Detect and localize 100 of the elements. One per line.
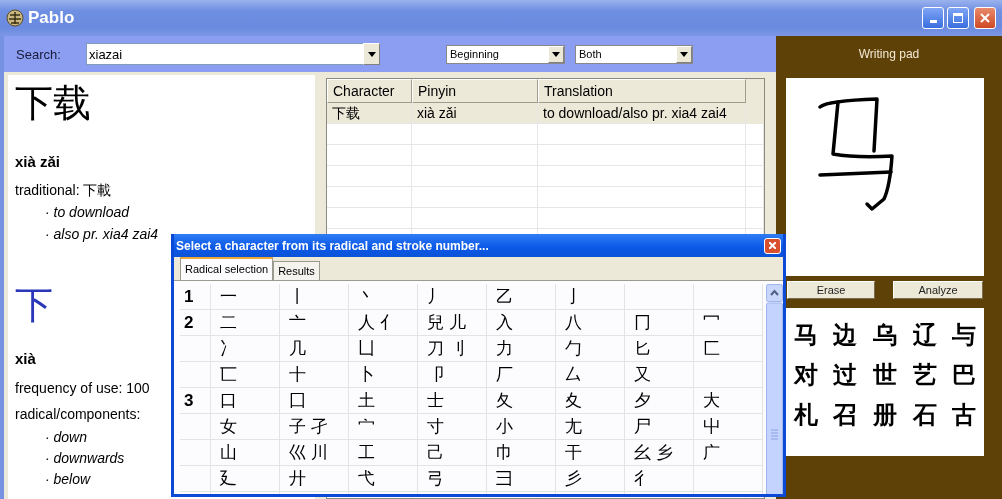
radical-character[interactable]: 亅 (556, 287, 582, 306)
radical-text: radical/components: (15, 405, 141, 424)
column-header[interactable]: Pinyin (412, 79, 538, 103)
radical-character[interactable]: 巾 (487, 443, 513, 462)
radical-character[interactable]: 匸 (211, 365, 237, 384)
candidate-character[interactable]: 巴 (952, 355, 977, 395)
dropdown-button[interactable] (548, 45, 564, 63)
table-row[interactable]: 下载 xià zǎi to download/also pr. xia4 zai4 (327, 103, 764, 124)
radical-character[interactable]: 巛 川 (280, 443, 328, 462)
meaning: · also pr. xia4 zai4 (45, 225, 159, 244)
meaning: · to download (45, 203, 130, 222)
radical-character[interactable]: 女 (211, 417, 237, 436)
candidate-character[interactable]: 石 (912, 395, 937, 435)
radical-character[interactable]: 厂 (487, 365, 513, 384)
candidate-character[interactable]: 辽 (912, 315, 937, 355)
radical-character[interactable]: 大 (694, 391, 720, 410)
radical-character[interactable]: 屮 (694, 417, 720, 436)
radical-character[interactable]: 二 (211, 313, 237, 332)
radical-character[interactable]: 囗 (280, 391, 306, 410)
candidate-character[interactable]: 召 (833, 395, 858, 435)
scrollbar[interactable] (766, 284, 783, 494)
table-cell: 下载 (327, 103, 412, 124)
radical-character[interactable]: 人 亻 (349, 313, 397, 332)
radical-character[interactable]: 廾 (280, 469, 306, 488)
radical-character[interactable]: 一 (211, 287, 237, 306)
close-button[interactable] (764, 237, 781, 254)
candidate-character[interactable]: 艺 (912, 355, 937, 395)
radical-character[interactable]: 乙 (487, 287, 513, 306)
radical-character[interactable]: 厶 (556, 365, 582, 384)
radical-character[interactable]: 亠 (280, 313, 306, 332)
radical-character[interactable]: 幺 乡 (625, 443, 673, 462)
radical-character[interactable]: 夂 (487, 391, 513, 410)
candidate-character[interactable]: 札 (793, 395, 818, 435)
radical-character[interactable]: 弓 (418, 469, 444, 488)
radical-character[interactable]: 刀 刂 (418, 339, 466, 358)
radical-character[interactable]: 弋 (349, 469, 375, 488)
candidate-character[interactable]: 乌 (873, 315, 897, 355)
radical-character[interactable]: 土 (349, 391, 375, 410)
radical-character[interactable]: 夕 (625, 391, 651, 410)
radical-character[interactable]: 士 (418, 391, 444, 410)
maximize-button[interactable] (947, 7, 969, 29)
radical-character[interactable]: 子 孑 (280, 417, 328, 436)
radical-character[interactable]: 口 (211, 391, 237, 410)
radical-character[interactable]: 干 (556, 443, 582, 462)
tab[interactable]: Results (273, 261, 320, 280)
close-icon (980, 13, 990, 23)
radical-character[interactable]: 丶 (349, 287, 375, 306)
tab[interactable]: Radical selection (180, 257, 274, 280)
radical-character[interactable]: 冖 (694, 313, 720, 332)
radical-character[interactable]: 勹 (556, 339, 582, 358)
analyze-button[interactable]: Analyze (893, 281, 983, 299)
radical-character[interactable]: 彐 (487, 469, 513, 488)
candidate-character[interactable]: 古 (952, 395, 977, 435)
radical-character[interactable]: 广 (694, 443, 720, 462)
radical-character[interactable]: 彳 (625, 469, 651, 488)
radical-character[interactable]: 冫 (211, 339, 237, 358)
candidate-character[interactable]: 对 (793, 355, 818, 395)
radical-character[interactable]: 八 (556, 313, 582, 332)
minimize-button[interactable] (922, 7, 944, 29)
candidate-character[interactable]: 世 (873, 355, 897, 395)
close-button[interactable] (974, 7, 996, 29)
radical-character[interactable]: 力 (487, 339, 513, 358)
candidate-character[interactable]: 过 (833, 355, 858, 395)
radical-character[interactable]: 宀 (349, 417, 375, 436)
column-header[interactable]: Translation (538, 79, 746, 103)
candidate-character[interactable]: 边 (833, 315, 858, 355)
column-header[interactable]: Character (327, 79, 412, 103)
radical-character[interactable]: 丨 (280, 287, 306, 306)
radical-character[interactable]: 尢 (556, 417, 582, 436)
radical-character[interactable]: 夊 (556, 391, 582, 410)
radical-character[interactable]: 冂 (625, 313, 651, 332)
candidate-character[interactable]: 册 (873, 395, 897, 435)
radical-character[interactable]: 尸 (625, 417, 651, 436)
match-dropdown[interactable]: Beginning (446, 44, 565, 64)
radical-character[interactable]: 小 (487, 417, 513, 436)
radical-character[interactable]: 入 (487, 313, 513, 332)
scope-dropdown[interactable]: Both (575, 44, 693, 64)
radical-character[interactable]: 十 (280, 365, 306, 384)
radical-character[interactable]: 寸 (418, 417, 444, 436)
radical-character[interactable]: 卩 (418, 365, 444, 384)
radical-character[interactable]: 工 (349, 443, 375, 462)
dropdown-button[interactable] (363, 43, 380, 65)
radical-character[interactable]: 山 (211, 443, 237, 462)
radical-character[interactable]: 凵 (349, 339, 375, 358)
radical-character[interactable]: 兒 儿 (418, 313, 466, 332)
radical-character[interactable]: 彡 (556, 469, 582, 488)
candidate-character[interactable]: 马 (793, 315, 818, 355)
writing-canvas[interactable] (786, 78, 984, 276)
search-field[interactable]: xiazai (86, 43, 363, 65)
radical-character[interactable]: 己 (418, 443, 444, 462)
candidate-character[interactable]: 与 (952, 315, 977, 355)
radical-character[interactable]: 几 (280, 339, 306, 358)
radical-character[interactable]: 廴 (211, 469, 237, 488)
dropdown-button[interactable] (676, 45, 692, 63)
radical-character[interactable]: 又 (625, 365, 651, 384)
radical-character[interactable]: 匕 (625, 339, 651, 358)
radical-character[interactable]: 丿 (418, 287, 444, 306)
erase-button[interactable]: Erase (787, 281, 875, 299)
radical-character[interactable]: 匚 (694, 339, 720, 358)
radical-character[interactable]: 卜 (349, 365, 375, 384)
